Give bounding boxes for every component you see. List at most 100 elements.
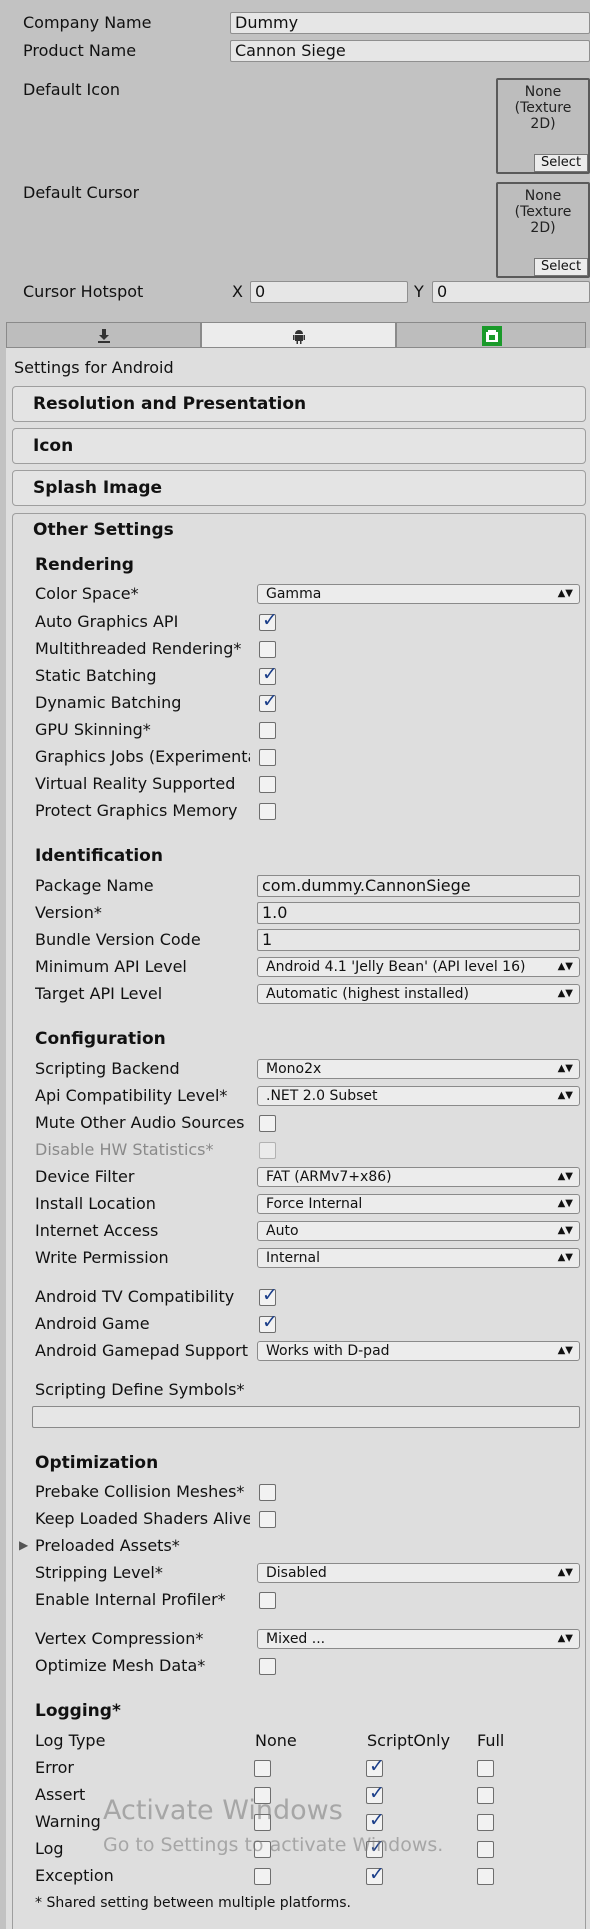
log-error-full-checkbox[interactable] xyxy=(477,1760,494,1777)
android-game-checkbox[interactable]: ✓ xyxy=(259,1311,278,1333)
optimize-mesh-label: Optimize Mesh Data* xyxy=(35,1656,206,1675)
windows-store-tab[interactable] xyxy=(396,322,586,348)
keep-shaders-checkbox[interactable] xyxy=(259,1511,276,1528)
internet-access-dropdown[interactable]: Auto ▲▼ xyxy=(257,1221,580,1241)
multithreaded-rendering-label: Multithreaded Rendering* xyxy=(35,639,242,658)
write-permission-label: Write Permission xyxy=(35,1248,169,1267)
activate-windows-watermark: Activate Windows xyxy=(103,1795,343,1826)
target-api-level-dropdown[interactable]: Automatic (highest installed) ▲▼ xyxy=(257,984,580,1004)
texture-2d-text: 2D) xyxy=(530,116,556,132)
download-icon xyxy=(98,329,110,343)
default-icon-texture-slot[interactable]: None (Texture 2D) Select xyxy=(496,78,590,174)
package-name-label: Package Name xyxy=(35,876,154,895)
graphics-jobs-checkbox[interactable] xyxy=(259,749,276,766)
android-icon xyxy=(293,330,305,344)
gpu-skinning-label: GPU Skinning* xyxy=(35,720,151,739)
company-name-field[interactable]: Dummy xyxy=(230,12,590,34)
splash-foldout[interactable]: Splash Image xyxy=(12,470,586,506)
log-warning-scriptonly-checkbox[interactable]: ✓ xyxy=(366,1809,385,1831)
icon-foldout-title: Icon xyxy=(33,436,74,456)
log-assert-scriptonly-checkbox[interactable]: ✓ xyxy=(366,1782,385,1804)
write-permission-dropdown[interactable]: Internal ▲▼ xyxy=(257,1248,580,1268)
default-cursor-label: Default Cursor xyxy=(23,183,140,202)
default-cursor-texture-slot[interactable]: None (Texture 2D) Select xyxy=(496,182,590,278)
log-error-none-checkbox[interactable] xyxy=(254,1760,271,1777)
bundle-version-code-field[interactable]: 1 xyxy=(257,929,580,951)
default-icon-label: Default Icon xyxy=(23,80,120,99)
target-api-level-label: Target API Level xyxy=(35,984,163,1003)
log-exception-scriptonly-checkbox[interactable]: ✓ xyxy=(366,1863,385,1885)
internal-profiler-label: Enable Internal Profiler* xyxy=(35,1590,226,1609)
scripting-define-symbols-label: Scripting Define Symbols* xyxy=(35,1380,245,1399)
gamepad-support-dropdown[interactable]: Works with D-pad ▲▼ xyxy=(257,1341,580,1361)
color-space-label: Color Space* xyxy=(35,584,139,603)
log-warning-full-checkbox[interactable] xyxy=(477,1814,494,1831)
mute-audio-checkbox[interactable] xyxy=(259,1115,276,1132)
log-exception-full-checkbox[interactable] xyxy=(477,1868,494,1885)
log-assert-full-checkbox[interactable] xyxy=(477,1787,494,1804)
color-space-dropdown[interactable]: Gamma ▲▼ xyxy=(257,584,580,604)
log-exception-none-checkbox[interactable] xyxy=(254,1868,271,1885)
shared-setting-footnote: * Shared setting between multiple platfo… xyxy=(35,1895,352,1911)
gpu-skinning-checkbox[interactable] xyxy=(259,722,276,739)
resolution-foldout[interactable]: Resolution and Presentation xyxy=(12,386,586,422)
log-row-exception-label: Exception xyxy=(35,1866,114,1885)
scripting-define-symbols-field[interactable] xyxy=(32,1406,580,1428)
version-field[interactable]: 1.0 xyxy=(257,902,580,924)
logging-heading: Logging* xyxy=(35,1701,121,1721)
preloaded-assets-label[interactable]: Preloaded Assets* xyxy=(35,1536,250,1556)
vertex-compression-dropdown[interactable]: Mixed ... ▲▼ xyxy=(257,1629,580,1649)
write-permission-value: Internal xyxy=(266,1250,320,1266)
device-filter-value: FAT (ARMv7+x86) xyxy=(266,1169,392,1185)
texture-2d-text: 2D) xyxy=(530,220,556,236)
texture-none-text: None xyxy=(524,84,562,100)
icon-foldout[interactable]: Icon xyxy=(12,428,586,464)
dynamic-batching-checkbox[interactable]: ✓ xyxy=(259,690,278,712)
product-name-field[interactable]: Cannon Siege xyxy=(230,40,590,62)
checkmark-icon: ✓ xyxy=(262,690,278,712)
scripting-backend-value: Mono2x xyxy=(266,1061,322,1077)
log-log-full-checkbox[interactable] xyxy=(477,1841,494,1858)
stripping-level-dropdown[interactable]: Disabled ▲▼ xyxy=(257,1563,580,1583)
mute-audio-label: Mute Other Audio Sources xyxy=(35,1113,245,1132)
virtual-reality-checkbox[interactable] xyxy=(259,776,276,793)
windows-store-icon xyxy=(482,326,502,346)
product-name-label: Product Name xyxy=(23,41,137,60)
foldout-triangle-icon[interactable]: ▶ xyxy=(19,1538,28,1552)
install-location-label: Install Location xyxy=(35,1194,156,1213)
minimum-api-level-dropdown[interactable]: Android 4.1 'Jelly Bean' (API level 16) ▲… xyxy=(257,957,580,977)
android-tab[interactable] xyxy=(201,322,396,348)
texture-none-text: None xyxy=(524,188,562,204)
hotspot-y-field[interactable]: 0 xyxy=(432,281,590,303)
install-location-dropdown[interactable]: Force Internal ▲▼ xyxy=(257,1194,580,1214)
standalone-tab[interactable] xyxy=(6,322,201,348)
package-name-field[interactable]: com.dummy.CannonSiege xyxy=(257,875,580,897)
dynamic-batching-label: Dynamic Batching xyxy=(35,693,182,712)
device-filter-dropdown[interactable]: FAT (ARMv7+x86) ▲▼ xyxy=(257,1167,580,1187)
log-error-scriptonly-checkbox[interactable]: ✓ xyxy=(366,1755,385,1777)
activate-windows-subtext: Go to Settings to activate Windows. xyxy=(103,1834,444,1856)
rendering-heading: Rendering xyxy=(35,555,134,575)
default-cursor-select-button[interactable]: Select xyxy=(534,258,588,276)
minimum-api-level-value: Android 4.1 'Jelly Bean' (API level 16) xyxy=(266,959,526,975)
multithreaded-rendering-checkbox[interactable] xyxy=(259,641,276,658)
dropdown-arrow-icon: ▲▼ xyxy=(557,1225,573,1236)
internet-access-label: Internet Access xyxy=(35,1221,159,1240)
api-compatibility-dropdown[interactable]: .NET 2.0 Subset ▲▼ xyxy=(257,1086,580,1106)
auto-graphics-api-checkbox[interactable]: ✓ xyxy=(259,609,278,631)
configuration-heading: Configuration xyxy=(35,1029,166,1049)
other-settings-title[interactable]: Other Settings xyxy=(33,520,174,540)
optimize-mesh-checkbox[interactable] xyxy=(259,1658,276,1675)
scripting-backend-dropdown[interactable]: Mono2x ▲▼ xyxy=(257,1059,580,1079)
minimum-api-level-label: Minimum API Level xyxy=(35,957,187,976)
vertex-compression-label: Vertex Compression* xyxy=(35,1629,204,1648)
android-tv-checkbox[interactable]: ✓ xyxy=(259,1284,278,1306)
static-batching-checkbox[interactable]: ✓ xyxy=(259,663,278,685)
prebake-collision-checkbox[interactable] xyxy=(259,1484,276,1501)
log-column-full: Full xyxy=(477,1731,505,1750)
protect-graphics-memory-checkbox[interactable] xyxy=(259,803,276,820)
default-icon-select-button[interactable]: Select xyxy=(534,154,588,172)
internal-profiler-checkbox[interactable] xyxy=(259,1592,276,1609)
hotspot-x-field[interactable]: 0 xyxy=(250,281,408,303)
dropdown-arrow-icon: ▲▼ xyxy=(557,988,573,999)
